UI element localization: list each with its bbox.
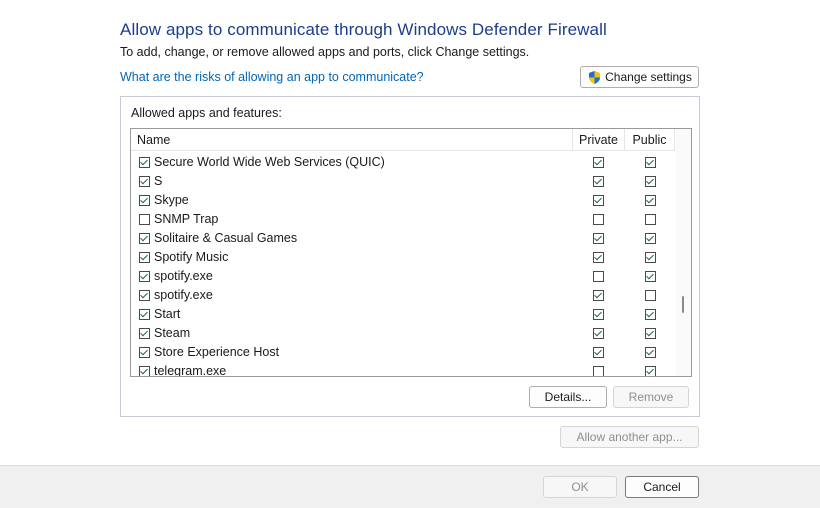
public-checkbox[interactable] bbox=[645, 252, 656, 263]
app-name: Solitaire & Casual Games bbox=[154, 231, 298, 245]
list-item[interactable]: telegram.exe bbox=[131, 362, 675, 377]
app-name: Start bbox=[154, 307, 181, 321]
public-checkbox[interactable] bbox=[645, 366, 656, 376]
private-checkbox[interactable] bbox=[593, 214, 604, 225]
public-checkbox[interactable] bbox=[645, 233, 656, 244]
risks-link[interactable]: What are the risks of allowing an app to… bbox=[120, 70, 424, 84]
private-checkbox[interactable] bbox=[593, 290, 604, 301]
enable-checkbox[interactable] bbox=[139, 195, 150, 206]
ok-button[interactable]: OK bbox=[543, 476, 617, 498]
cancel-button[interactable]: Cancel bbox=[625, 476, 699, 498]
app-name: S bbox=[154, 174, 163, 188]
private-checkbox[interactable] bbox=[593, 233, 604, 244]
private-checkbox[interactable] bbox=[593, 157, 604, 168]
enable-checkbox[interactable] bbox=[139, 290, 150, 301]
allowed-apps-list[interactable]: Name Private Public Secure World Wide We… bbox=[130, 128, 692, 377]
page-subtitle: To add, change, or remove allowed apps a… bbox=[120, 45, 530, 59]
enable-checkbox[interactable] bbox=[139, 233, 150, 244]
public-checkbox[interactable] bbox=[645, 290, 656, 301]
list-item[interactable]: Store Experience Host bbox=[131, 343, 675, 362]
app-name: telegram.exe bbox=[154, 364, 227, 377]
public-checkbox[interactable] bbox=[645, 195, 656, 206]
enable-checkbox[interactable] bbox=[139, 328, 150, 339]
private-checkbox[interactable] bbox=[593, 252, 604, 263]
column-header-public[interactable]: Public bbox=[624, 129, 675, 151]
allow-another-app-button[interactable]: Allow another app... bbox=[560, 426, 699, 448]
vertical-scrollbar[interactable] bbox=[676, 129, 691, 376]
enable-checkbox[interactable] bbox=[139, 214, 150, 225]
app-name: Steam bbox=[154, 326, 191, 340]
public-checkbox[interactable] bbox=[645, 157, 656, 168]
public-checkbox[interactable] bbox=[645, 176, 656, 187]
list-item[interactable]: spotify.exe bbox=[131, 286, 675, 305]
allowed-apps-group: Allowed apps and features: Name Private … bbox=[120, 96, 700, 417]
list-rows: Secure World Wide Web Services (QUIC) S Sk… bbox=[131, 153, 675, 377]
private-checkbox[interactable] bbox=[593, 347, 604, 358]
list-item[interactable]: Solitaire & Casual Games bbox=[131, 229, 675, 248]
list-item[interactable]: spotify.exe bbox=[131, 267, 675, 286]
list-item[interactable]: Secure World Wide Web Services (QUIC) bbox=[131, 153, 675, 172]
public-checkbox[interactable] bbox=[645, 328, 656, 339]
private-checkbox[interactable] bbox=[593, 366, 604, 376]
enable-checkbox[interactable] bbox=[139, 309, 150, 320]
list-item[interactable]: Skype bbox=[131, 191, 675, 210]
app-name: spotify.exe bbox=[154, 269, 213, 283]
change-settings-button[interactable]: Change settings bbox=[580, 66, 699, 88]
app-name: Secure World Wide Web Services (QUIC) bbox=[154, 155, 385, 169]
column-header-private[interactable]: Private bbox=[572, 129, 624, 151]
app-name: SNMP Trap bbox=[154, 212, 219, 226]
enable-checkbox[interactable] bbox=[139, 252, 150, 263]
private-checkbox[interactable] bbox=[593, 309, 604, 320]
uac-shield-icon bbox=[587, 70, 602, 85]
enable-checkbox[interactable] bbox=[139, 347, 150, 358]
enable-checkbox[interactable] bbox=[139, 366, 150, 376]
list-header: Name Private Public bbox=[131, 129, 675, 151]
remove-button[interactable]: Remove bbox=[613, 386, 689, 408]
list-item[interactable]: Steam bbox=[131, 324, 675, 343]
public-checkbox[interactable] bbox=[645, 309, 656, 320]
public-checkbox[interactable] bbox=[645, 347, 656, 358]
public-checkbox[interactable] bbox=[645, 214, 656, 225]
allowed-apps-label: Allowed apps and features: bbox=[131, 106, 282, 120]
details-button[interactable]: Details... bbox=[529, 386, 607, 408]
public-checkbox[interactable] bbox=[645, 271, 656, 282]
enable-checkbox[interactable] bbox=[139, 157, 150, 168]
app-name: Skype bbox=[154, 193, 189, 207]
list-item[interactable]: Spotify Music bbox=[131, 248, 675, 267]
app-name: Spotify Music bbox=[154, 250, 229, 264]
enable-checkbox[interactable] bbox=[139, 176, 150, 187]
enable-checkbox[interactable] bbox=[139, 271, 150, 282]
private-checkbox[interactable] bbox=[593, 328, 604, 339]
private-checkbox[interactable] bbox=[593, 195, 604, 206]
app-name: Store Experience Host bbox=[154, 345, 280, 359]
list-item[interactable]: SNMP Trap bbox=[131, 210, 675, 229]
app-name: spotify.exe bbox=[154, 288, 213, 302]
private-checkbox[interactable] bbox=[593, 176, 604, 187]
list-item[interactable]: S bbox=[131, 172, 675, 191]
change-settings-label: Change settings bbox=[605, 70, 692, 84]
private-checkbox[interactable] bbox=[593, 271, 604, 282]
list-item[interactable]: Start bbox=[131, 305, 675, 324]
page-title: Allow apps to communicate through Window… bbox=[120, 20, 607, 39]
column-header-name[interactable]: Name bbox=[137, 129, 170, 151]
scrollbar-thumb[interactable] bbox=[682, 296, 684, 313]
